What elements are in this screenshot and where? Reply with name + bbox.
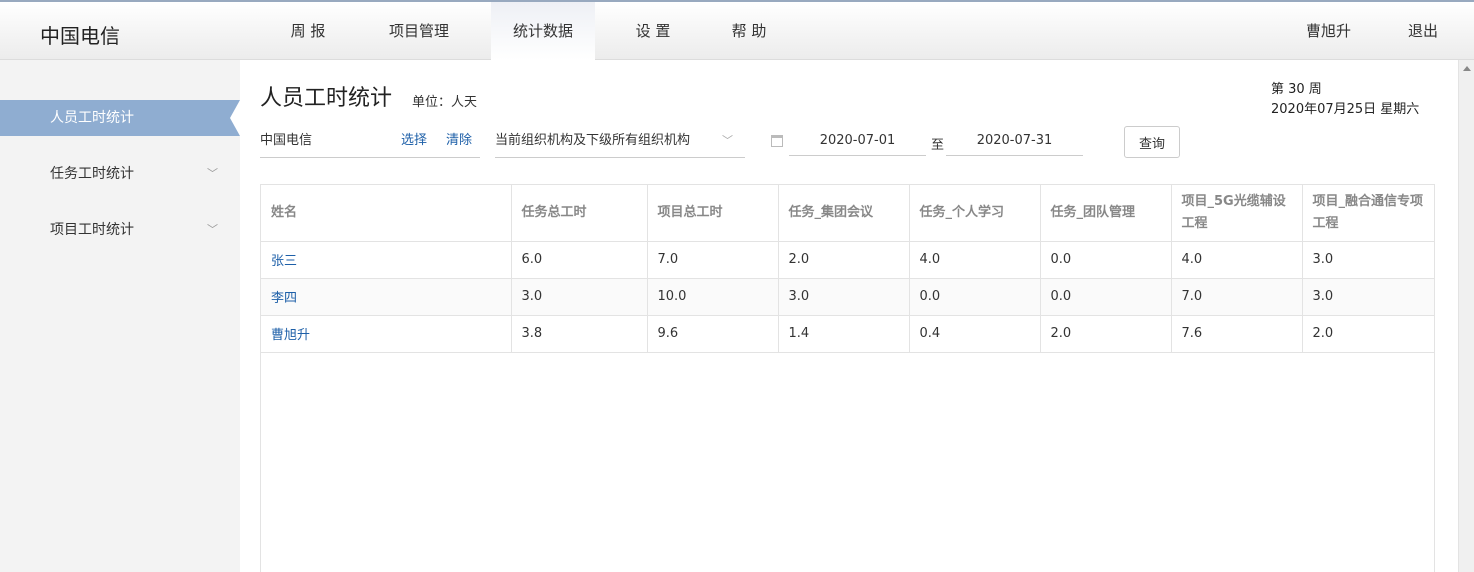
table-cell: 3.8 [511,315,648,353]
chevron-down-icon: ﹀ [207,167,218,180]
table-cell: 3.0 [778,278,910,316]
person-name-link[interactable]: 张三 [271,254,297,269]
stats-table: 姓名 任务总工时 项目总工时 任务_集团会议 任务_个人学习 任务_团队管理 项… [260,184,1435,572]
user-name-link[interactable]: 曹旭升 [1306,2,1351,60]
chevron-down-icon: ﹀ [722,134,733,147]
person-name-link[interactable]: 李四 [271,291,297,306]
column-header[interactable]: 任务_团队管理 [1040,185,1172,242]
column-header[interactable]: 任务_集团会议 [778,185,910,242]
week-info: 第 30 周 2020年07月25日 星期六 [1271,80,1419,120]
query-button[interactable]: 查询 [1124,126,1180,158]
table-cell: 2.0 [1040,315,1172,353]
page-title: 人员工时统计 [260,86,393,111]
table-cell: 1.4 [778,315,910,353]
table-cell: 4.0 [909,241,1041,279]
org-name: 中国电信 [260,133,313,148]
sidebar-item-label: 项目工时统计 [50,222,134,238]
table-row: 张三 6.0 7.0 2.0 4.0 0.0 4.0 3.0 [261,241,1434,279]
table-cell: 10.0 [647,278,779,316]
main-content: 人员工时统计 单位：人天 第 30 周 2020年07月25日 星期六 中国电信… [240,60,1458,572]
table-row: 曹旭升 3.8 9.6 1.4 0.4 2.0 7.6 2.0 [261,315,1434,353]
scope-dropdown[interactable]: 当前组织机构及下级所有组织机构 ﹀ [495,126,745,158]
sidebar-item-project-hours[interactable]: 项目工时统计 ﹀ [0,212,240,248]
table-cell: 3.0 [1302,278,1434,316]
table-cell: 3.0 [1302,241,1434,279]
column-header[interactable]: 姓名 [261,185,512,242]
chevron-down-icon: ﹀ [207,223,218,236]
unit-label: 单位：人天 [412,95,478,110]
column-header[interactable]: 任务_个人学习 [909,185,1041,242]
nav-settings[interactable]: 设 置 [620,2,686,60]
sidebar-item-task-hours[interactable]: 任务工时统计 ﹀ [0,156,240,192]
clear-org-link[interactable]: 清除 [446,126,472,156]
column-header[interactable]: 任务总工时 [511,185,648,242]
scope-selected-value: 当前组织机构及下级所有组织机构 [495,133,691,148]
table-cell: 0.0 [1040,241,1172,279]
column-header[interactable]: 项目_融合通信专项工程 [1302,185,1434,242]
select-org-link[interactable]: 选择 [401,126,427,156]
table-row: 李四 3.0 10.0 3.0 0.0 0.0 7.0 3.0 [261,278,1434,316]
nav-weekly-report[interactable]: 周 报 [270,2,346,60]
date-range-separator: 至 [931,138,945,153]
table-cell: 0.0 [1040,278,1172,316]
sidebar-item-personnel-hours[interactable]: 人员工时统计 [0,100,240,136]
table-cell: 0.0 [909,278,1041,316]
person-name-link[interactable]: 曹旭升 [271,328,310,343]
org-filter: 中国电信 选择 清除 [260,126,480,158]
calendar-icon [771,135,783,147]
week-number: 第 30 周 [1271,82,1322,97]
scroll-up-arrow-icon[interactable] [1463,66,1471,71]
vertical-scrollbar[interactable] [1458,60,1474,572]
table-cell: 2.0 [1302,315,1434,353]
sidebar-item-label: 人员工时统计 [50,110,134,126]
table-cell: 4.0 [1171,241,1303,279]
sidebar: 人员工时统计 任务工时统计 ﹀ 项目工时统计 ﹀ [0,60,240,572]
column-header[interactable]: 项目总工时 [647,185,779,242]
end-date-input[interactable] [946,126,1083,156]
table-cell: 7.0 [1171,278,1303,316]
table-cell: 7.6 [1171,315,1303,353]
table-cell: 0.4 [909,315,1041,353]
brand-logo: 中国电信 [40,24,120,48]
table-cell: 9.6 [647,315,779,353]
top-nav-bar: 中国电信 周 报 项目管理 统计数据 设 置 帮 助 曹旭升 退出 [0,0,1474,60]
table-cell: 3.0 [511,278,648,316]
table-cell: 2.0 [778,241,910,279]
logout-link[interactable]: 退出 [1408,2,1438,60]
start-date-input[interactable] [789,126,926,156]
current-date: 2020年07月25日 星期六 [1271,102,1420,117]
nav-project-management[interactable]: 项目管理 [376,2,462,60]
column-header[interactable]: 项目_5G光缆辅设工程 [1171,185,1303,242]
table-header-row: 姓名 任务总工时 项目总工时 任务_集团会议 任务_个人学习 任务_团队管理 项… [261,185,1434,242]
table-cell: 7.0 [647,241,779,279]
sidebar-item-label: 任务工时统计 [50,166,134,182]
nav-help[interactable]: 帮 助 [716,2,782,60]
nav-statistics[interactable]: 统计数据 [491,2,595,60]
table-cell: 6.0 [511,241,648,279]
